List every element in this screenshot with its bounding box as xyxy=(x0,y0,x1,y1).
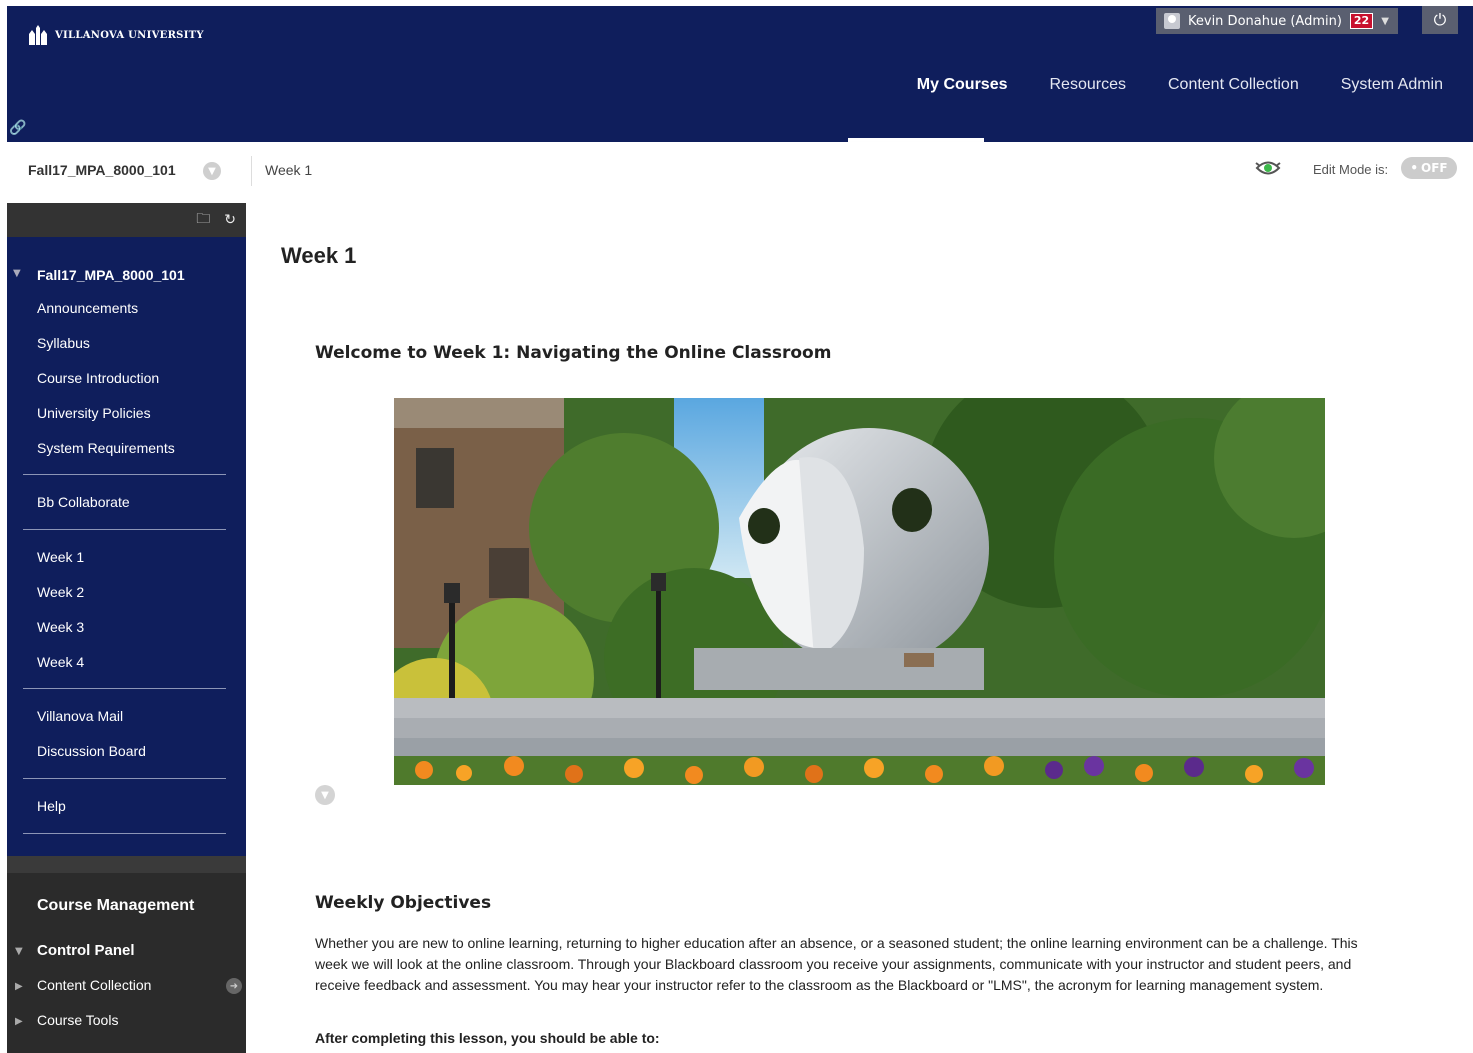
page-title: Week 1 xyxy=(281,243,357,268)
link-icon[interactable]: 🔗 xyxy=(9,120,26,136)
breadcrumb-divider xyxy=(251,156,252,186)
student-preview-icon[interactable] xyxy=(1254,157,1282,179)
user-menu[interactable]: Kevin Donahue (Admin) 22 ▼ xyxy=(1156,8,1398,34)
edit-mode-state: OFF xyxy=(1421,161,1448,175)
breadcrumb-page: Week 1 xyxy=(265,162,313,178)
sidebar-item-syllabus[interactable]: Syllabus xyxy=(37,335,90,351)
content-item-title[interactable]: Welcome to Week 1: Navigating the Online… xyxy=(315,343,831,363)
objectives-heading: Weekly Objectives xyxy=(315,893,492,913)
sidebar-item-week-3[interactable]: Week 3 xyxy=(37,619,84,635)
tab-my-courses[interactable]: My Courses xyxy=(917,76,1008,94)
course-menu-title[interactable]: Fall17_MPA_8000_101 xyxy=(37,267,185,283)
expand-triangle-icon[interactable]: ▶ xyxy=(15,1016,23,1027)
sidebar-item-course-introduction[interactable]: Course Introduction xyxy=(37,370,159,386)
sidebar-item-week-1[interactable]: Week 1 xyxy=(37,549,84,565)
folder-view-icon[interactable]: 🗀 xyxy=(196,208,210,232)
chevron-right-icon[interactable]: ➜ xyxy=(226,978,242,994)
user-name: Kevin Donahue (Admin) xyxy=(1188,13,1342,29)
tab-resources[interactable]: Resources xyxy=(1050,76,1126,94)
sidebar-divider xyxy=(23,833,226,834)
breadcrumb-course[interactable]: Fall17_MPA_8000_101 xyxy=(28,162,176,178)
sidebar-item-discussion-board[interactable]: Discussion Board xyxy=(37,743,146,759)
course-menu: 🗀 ↻ ▼ Fall17_MPA_8000_101 Announcements … xyxy=(7,203,246,1053)
sidebar-divider xyxy=(23,529,226,530)
main-nav: My Courses Resources Content Collection … xyxy=(917,76,1443,94)
sidebar-divider xyxy=(23,778,226,779)
course-menu-toolbar: 🗀 ↻ xyxy=(7,203,246,237)
course-management-panel: Course Management ▼ Control Panel ▶ Cont… xyxy=(7,856,246,1053)
university-logo[interactable]: VILLANOVA UNIVERSITY xyxy=(27,24,204,46)
collapse-triangle-icon[interactable]: ▼ xyxy=(13,268,21,279)
edit-mode-label: Edit Mode is: xyxy=(1313,162,1389,177)
notification-badge[interactable]: 22 xyxy=(1349,13,1374,29)
content-options-chevron-icon[interactable]: ▼ xyxy=(315,785,335,805)
collapse-triangle-icon[interactable]: ▼ xyxy=(15,946,23,957)
control-panel-header[interactable]: Control Panel xyxy=(37,942,135,959)
browser-viewport: VILLANOVA UNIVERSITY Kevin Donahue (Admi… xyxy=(7,6,1473,1053)
sidebar-item-villanova-mail[interactable]: Villanova Mail xyxy=(37,708,123,724)
lesson-outcomes-heading: After completing this lesson, you should… xyxy=(315,1030,660,1046)
tab-system-admin[interactable]: System Admin xyxy=(1341,76,1443,94)
sidebar-item-bb-collaborate[interactable]: Bb Collaborate xyxy=(37,494,130,510)
main-content: Week 1 Welcome to Week 1: Navigating the… xyxy=(246,203,1473,1053)
control-panel-course-tools[interactable]: Course Tools xyxy=(37,1012,118,1028)
avatar xyxy=(1164,13,1180,29)
sidebar-item-system-requirements[interactable]: System Requirements xyxy=(37,440,175,456)
sidebar-item-announcements[interactable]: Announcements xyxy=(37,300,138,316)
sidebar-item-week-2[interactable]: Week 2 xyxy=(37,584,84,600)
sidebar-divider xyxy=(23,474,226,475)
sidebar-item-help[interactable]: Help xyxy=(37,798,66,814)
objectives-text: Whether you are new to online learning, … xyxy=(315,935,1358,993)
refresh-icon[interactable]: ↻ xyxy=(224,212,236,228)
sidebar-item-university-policies[interactable]: University Policies xyxy=(37,405,151,421)
sidebar-item-week-4[interactable]: Week 4 xyxy=(37,654,84,670)
villanova-logo-icon xyxy=(29,25,47,45)
course-management-title: Course Management xyxy=(37,897,195,914)
edit-mode-toggle[interactable]: • OFF xyxy=(1401,157,1457,179)
toggle-dot-icon: • xyxy=(1410,161,1419,175)
breadcrumb: Fall17_MPA_8000_101 ▼ Week 1 Edit Mode i… xyxy=(7,142,1473,204)
logo-text: VILLANOVA UNIVERSITY xyxy=(55,29,204,41)
logout-button[interactable]: ⏻ xyxy=(1422,6,1458,34)
tab-content-collection[interactable]: Content Collection xyxy=(1168,76,1299,94)
campus-sculpture-image xyxy=(394,398,1325,785)
chevron-down-icon[interactable]: ▼ xyxy=(1381,16,1389,27)
power-icon: ⏻ xyxy=(1433,10,1447,29)
control-panel-content-collection[interactable]: Content Collection xyxy=(37,977,151,993)
top-header: VILLANOVA UNIVERSITY Kevin Donahue (Admi… xyxy=(7,6,1473,142)
expand-triangle-icon[interactable]: ▶ xyxy=(15,981,23,992)
sidebar-divider xyxy=(23,688,226,689)
chevron-down-icon[interactable]: ▼ xyxy=(203,162,221,180)
